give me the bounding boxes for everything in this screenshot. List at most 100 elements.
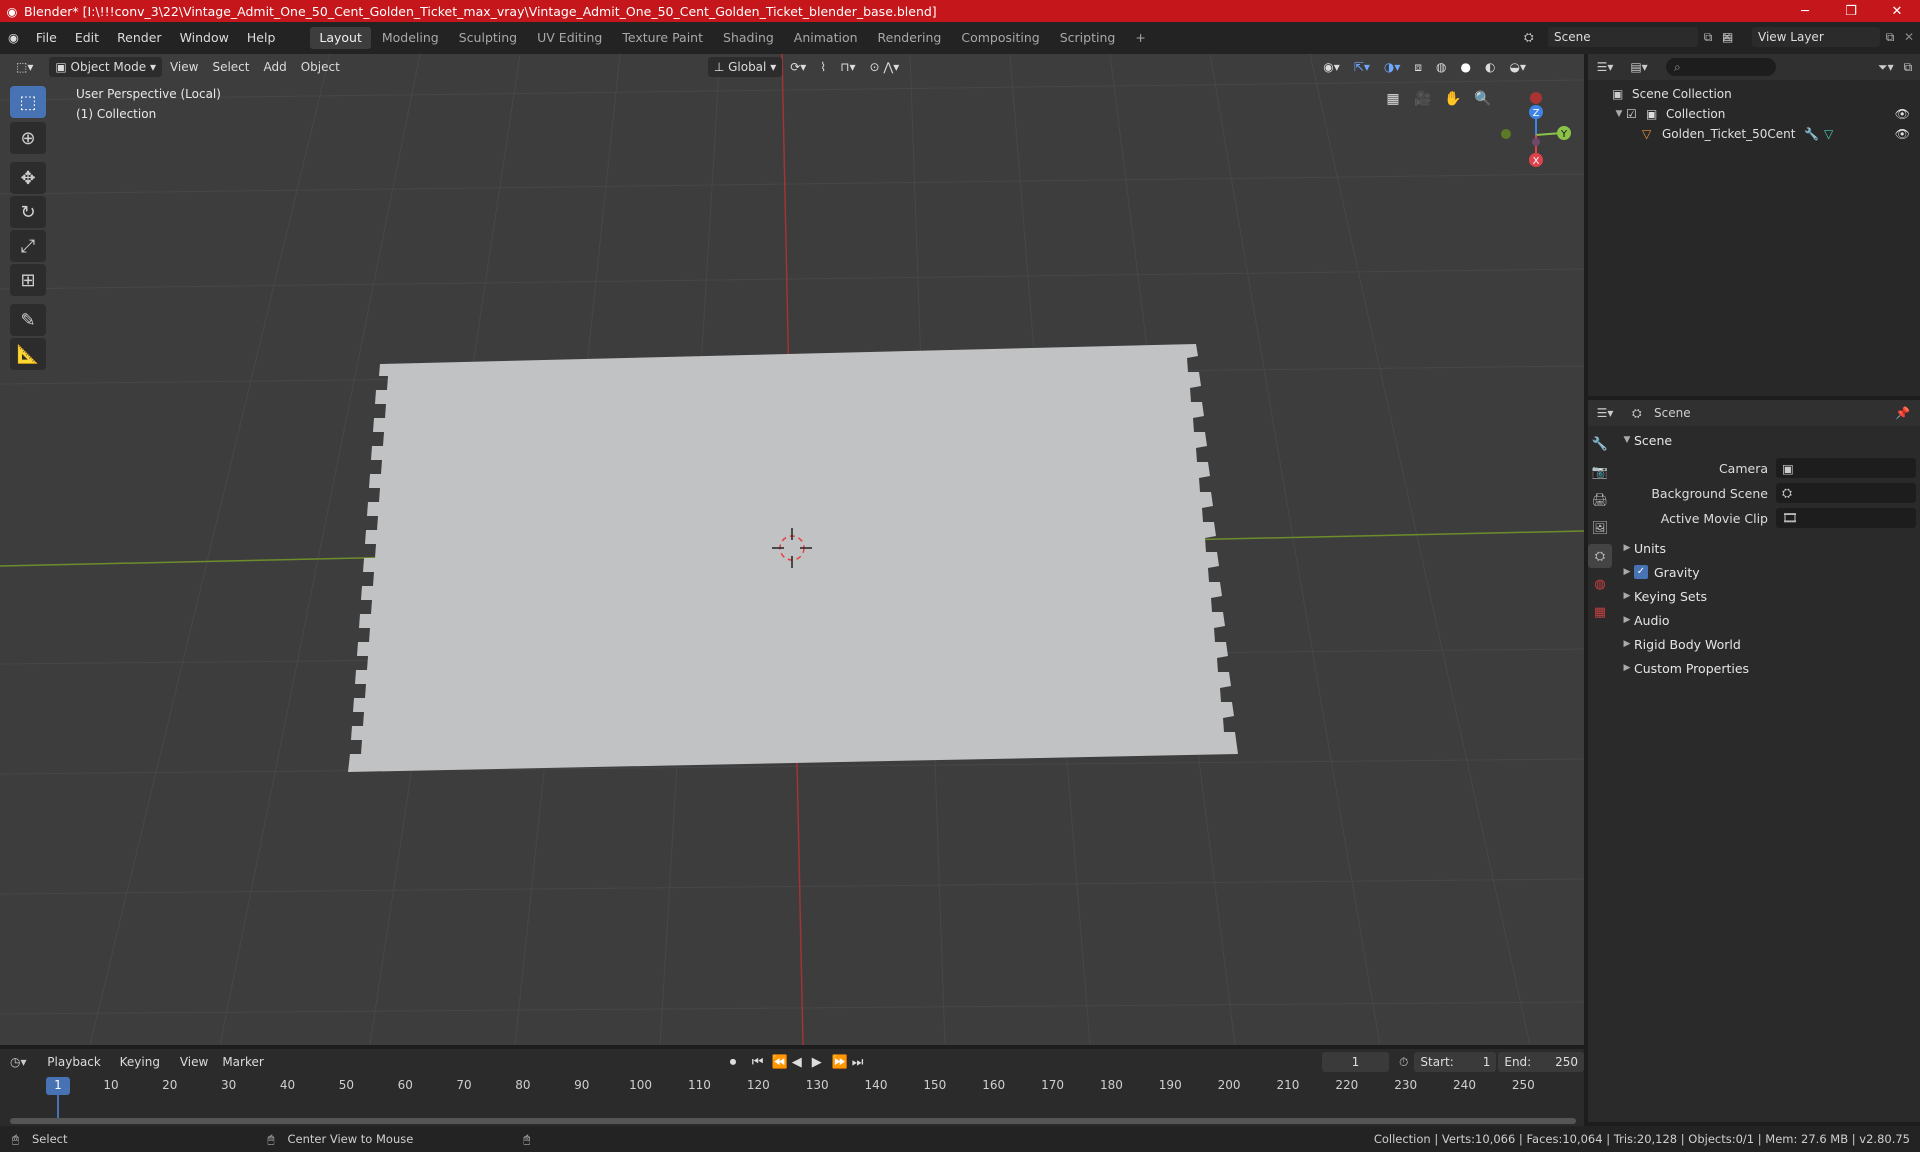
- blender-menu-icon[interactable]: ◉: [0, 27, 27, 49]
- texture-tab-icon[interactable]: ▦: [1588, 600, 1612, 624]
- view-layer-icon[interactable]: ▤: [1722, 30, 1752, 44]
- collection-visibility-icon[interactable]: 👁: [1895, 107, 1910, 121]
- render-tab-icon[interactable]: 📷: [1588, 460, 1612, 484]
- visibility-icon[interactable]: ◉▾: [1317, 57, 1346, 77]
- new-view-layer-icon[interactable]: ⧉: [1880, 30, 1900, 45]
- cursor-tool-icon[interactable]: ⊕: [10, 122, 46, 154]
- menu-select[interactable]: Select: [206, 57, 255, 77]
- timeline-scrollbar[interactable]: [10, 1118, 1576, 1124]
- rendered-shading-icon[interactable]: ◒▾: [1503, 57, 1532, 77]
- xray-icon[interactable]: ⧈: [1408, 57, 1428, 77]
- rotate-tool-icon[interactable]: ↻: [10, 196, 46, 228]
- snap-icon[interactable]: ⌇: [814, 57, 832, 77]
- measure-tool-icon[interactable]: 📐: [10, 338, 46, 370]
- wireframe-shading-icon[interactable]: ◍: [1430, 57, 1452, 77]
- gravity-checkbox[interactable]: ✓: [1634, 565, 1648, 579]
- custom-properties-panel-header[interactable]: ▶ Custom Properties: [1620, 656, 1916, 680]
- material-shading-icon[interactable]: ◐: [1479, 57, 1501, 77]
- output-tab-icon[interactable]: 🖨: [1588, 488, 1612, 512]
- editor-type-icon[interactable]: ⬚▾: [10, 57, 39, 77]
- navigation-gizmo[interactable]: Z Y X: [1488, 84, 1578, 194]
- maximize-button[interactable]: ❐: [1828, 0, 1874, 22]
- view-layer-field[interactable]: View Layer: [1752, 27, 1880, 47]
- 3d-viewport[interactable]: ⬚▾ ▣ Object Mode ▾ View Select Add Objec…: [0, 54, 1584, 1045]
- annotate-tool-icon[interactable]: ✎: [10, 304, 46, 336]
- mesh-data-icon[interactable]: ▽: [1824, 127, 1844, 141]
- timeline-editor[interactable]: ◷▾ Playback ▾ Keying ▾ View Marker ⏺ ⏮ ⏪…: [0, 1049, 1584, 1126]
- camera-view-icon[interactable]: 🎥: [1410, 86, 1436, 112]
- active-movie-clip-field[interactable]: 🎞: [1776, 508, 1916, 528]
- filter-icon[interactable]: ⏷▾: [1878, 60, 1894, 75]
- collection-checkbox[interactable]: ☑: [1626, 107, 1646, 121]
- scene-tab-icon[interactable]: ⛭: [1588, 544, 1612, 568]
- expand-collection-icon[interactable]: ▼: [1612, 109, 1626, 119]
- tab-compositing[interactable]: Compositing: [952, 27, 1048, 49]
- audio-panel-header[interactable]: ▶ Audio: [1620, 608, 1916, 632]
- scene-panel-header[interactable]: ▼ Scene: [1620, 428, 1916, 452]
- minimize-button[interactable]: ─: [1782, 0, 1828, 22]
- close-button[interactable]: ✕: [1874, 0, 1920, 22]
- view-layer-tab-icon[interactable]: 🖼: [1588, 516, 1612, 540]
- tab-scripting[interactable]: Scripting: [1051, 27, 1125, 49]
- rigid-body-world-panel-header[interactable]: ▶ Rigid Body World: [1620, 632, 1916, 656]
- grid-view-icon[interactable]: ▦: [1380, 86, 1406, 112]
- units-panel-header[interactable]: ▶ Units: [1620, 536, 1916, 560]
- tool-tab-icon[interactable]: 🔧: [1588, 432, 1612, 456]
- outliner-search-input[interactable]: ⌕: [1666, 58, 1776, 76]
- neg-y-axis-icon[interactable]: [1501, 129, 1511, 139]
- scale-tool-icon[interactable]: ⤢: [10, 230, 46, 262]
- scene-icon[interactable]: ⛭: [1524, 30, 1548, 45]
- tab-animation[interactable]: Animation: [785, 27, 867, 49]
- gizmo-toggle-icon[interactable]: ⇱▾: [1348, 57, 1376, 77]
- menu-edit[interactable]: Edit: [66, 27, 108, 49]
- golden-ticket-mesh[interactable]: [348, 344, 1238, 772]
- tab-texture-paint[interactable]: Texture Paint: [613, 27, 712, 49]
- tab-uv-editing[interactable]: UV Editing: [528, 27, 611, 49]
- neg-z-axis-icon[interactable]: [1530, 92, 1542, 104]
- menu-file[interactable]: File: [27, 27, 66, 49]
- outliner-row-collection[interactable]: ▼ ☑ ▣ Collection 👁: [1588, 104, 1920, 124]
- display-mode-icon[interactable]: ▤▾: [1622, 60, 1656, 74]
- menu-view[interactable]: View: [164, 57, 204, 77]
- outliner-editor-icon[interactable]: ☰▾: [1588, 60, 1622, 74]
- camera-field[interactable]: ▣: [1776, 458, 1916, 478]
- neg-x-axis-icon[interactable]: [1532, 138, 1540, 146]
- object-mode-dropdown[interactable]: ▣ Object Mode ▾: [49, 57, 162, 77]
- tab-layout[interactable]: Layout: [310, 27, 371, 49]
- orientation-dropdown[interactable]: ⊥ Global ▾: [707, 57, 783, 77]
- new-collection-icon[interactable]: ⧉: [1904, 60, 1913, 75]
- menu-window[interactable]: Window: [171, 27, 238, 49]
- tab-shading[interactable]: Shading: [714, 27, 783, 49]
- gravity-panel-header[interactable]: ▶ ✓ Gravity: [1620, 560, 1916, 584]
- select-box-tool-icon[interactable]: ⬚: [10, 86, 46, 118]
- modifier-wrench-icon[interactable]: 🔧: [1804, 127, 1824, 141]
- keying-sets-panel-header[interactable]: ▶ Keying Sets: [1620, 584, 1916, 608]
- properties-editor-icon[interactable]: ☰▾: [1588, 406, 1622, 420]
- pin-icon[interactable]: 📌: [1895, 406, 1910, 420]
- outliner-row-object[interactable]: ▽ Golden_Ticket_50Cent 🔧 ▽ 👁: [1588, 124, 1920, 144]
- outliner-row-scene-collection[interactable]: ▣ Scene Collection: [1588, 84, 1920, 104]
- tab-rendering[interactable]: Rendering: [869, 27, 951, 49]
- tab-modeling[interactable]: Modeling: [373, 27, 448, 49]
- proportional-edit-icon[interactable]: ⊙ ⋀▾: [864, 57, 906, 77]
- new-scene-icon[interactable]: ⧉: [1698, 30, 1718, 45]
- viewport-scene[interactable]: [0, 54, 1584, 1045]
- scene-name-field[interactable]: Scene: [1548, 27, 1698, 47]
- background-scene-field[interactable]: ⛭: [1776, 483, 1916, 503]
- add-workspace-button[interactable]: +: [1126, 27, 1154, 49]
- delete-view-layer-icon[interactable]: ✕: [1900, 30, 1918, 44]
- transform-tool-icon[interactable]: ⊞: [10, 264, 46, 296]
- tab-sculpting[interactable]: Sculpting: [450, 27, 526, 49]
- menu-add[interactable]: Add: [257, 57, 292, 77]
- menu-object[interactable]: Object: [295, 57, 346, 77]
- pivot-icon[interactable]: ⟳▾: [784, 57, 812, 77]
- solid-shading-icon[interactable]: ●: [1455, 57, 1477, 77]
- menu-render[interactable]: Render: [108, 27, 171, 49]
- object-visibility-icon[interactable]: 👁: [1895, 127, 1910, 141]
- pan-hand-icon[interactable]: ✋: [1440, 86, 1466, 112]
- snap-target-icon[interactable]: ⊓▾: [834, 57, 861, 77]
- move-tool-icon[interactable]: ✥: [10, 162, 46, 194]
- world-tab-icon[interactable]: ◍: [1588, 572, 1612, 596]
- menu-help[interactable]: Help: [238, 27, 285, 49]
- overlay-toggle-icon[interactable]: ◑▾: [1378, 57, 1407, 77]
